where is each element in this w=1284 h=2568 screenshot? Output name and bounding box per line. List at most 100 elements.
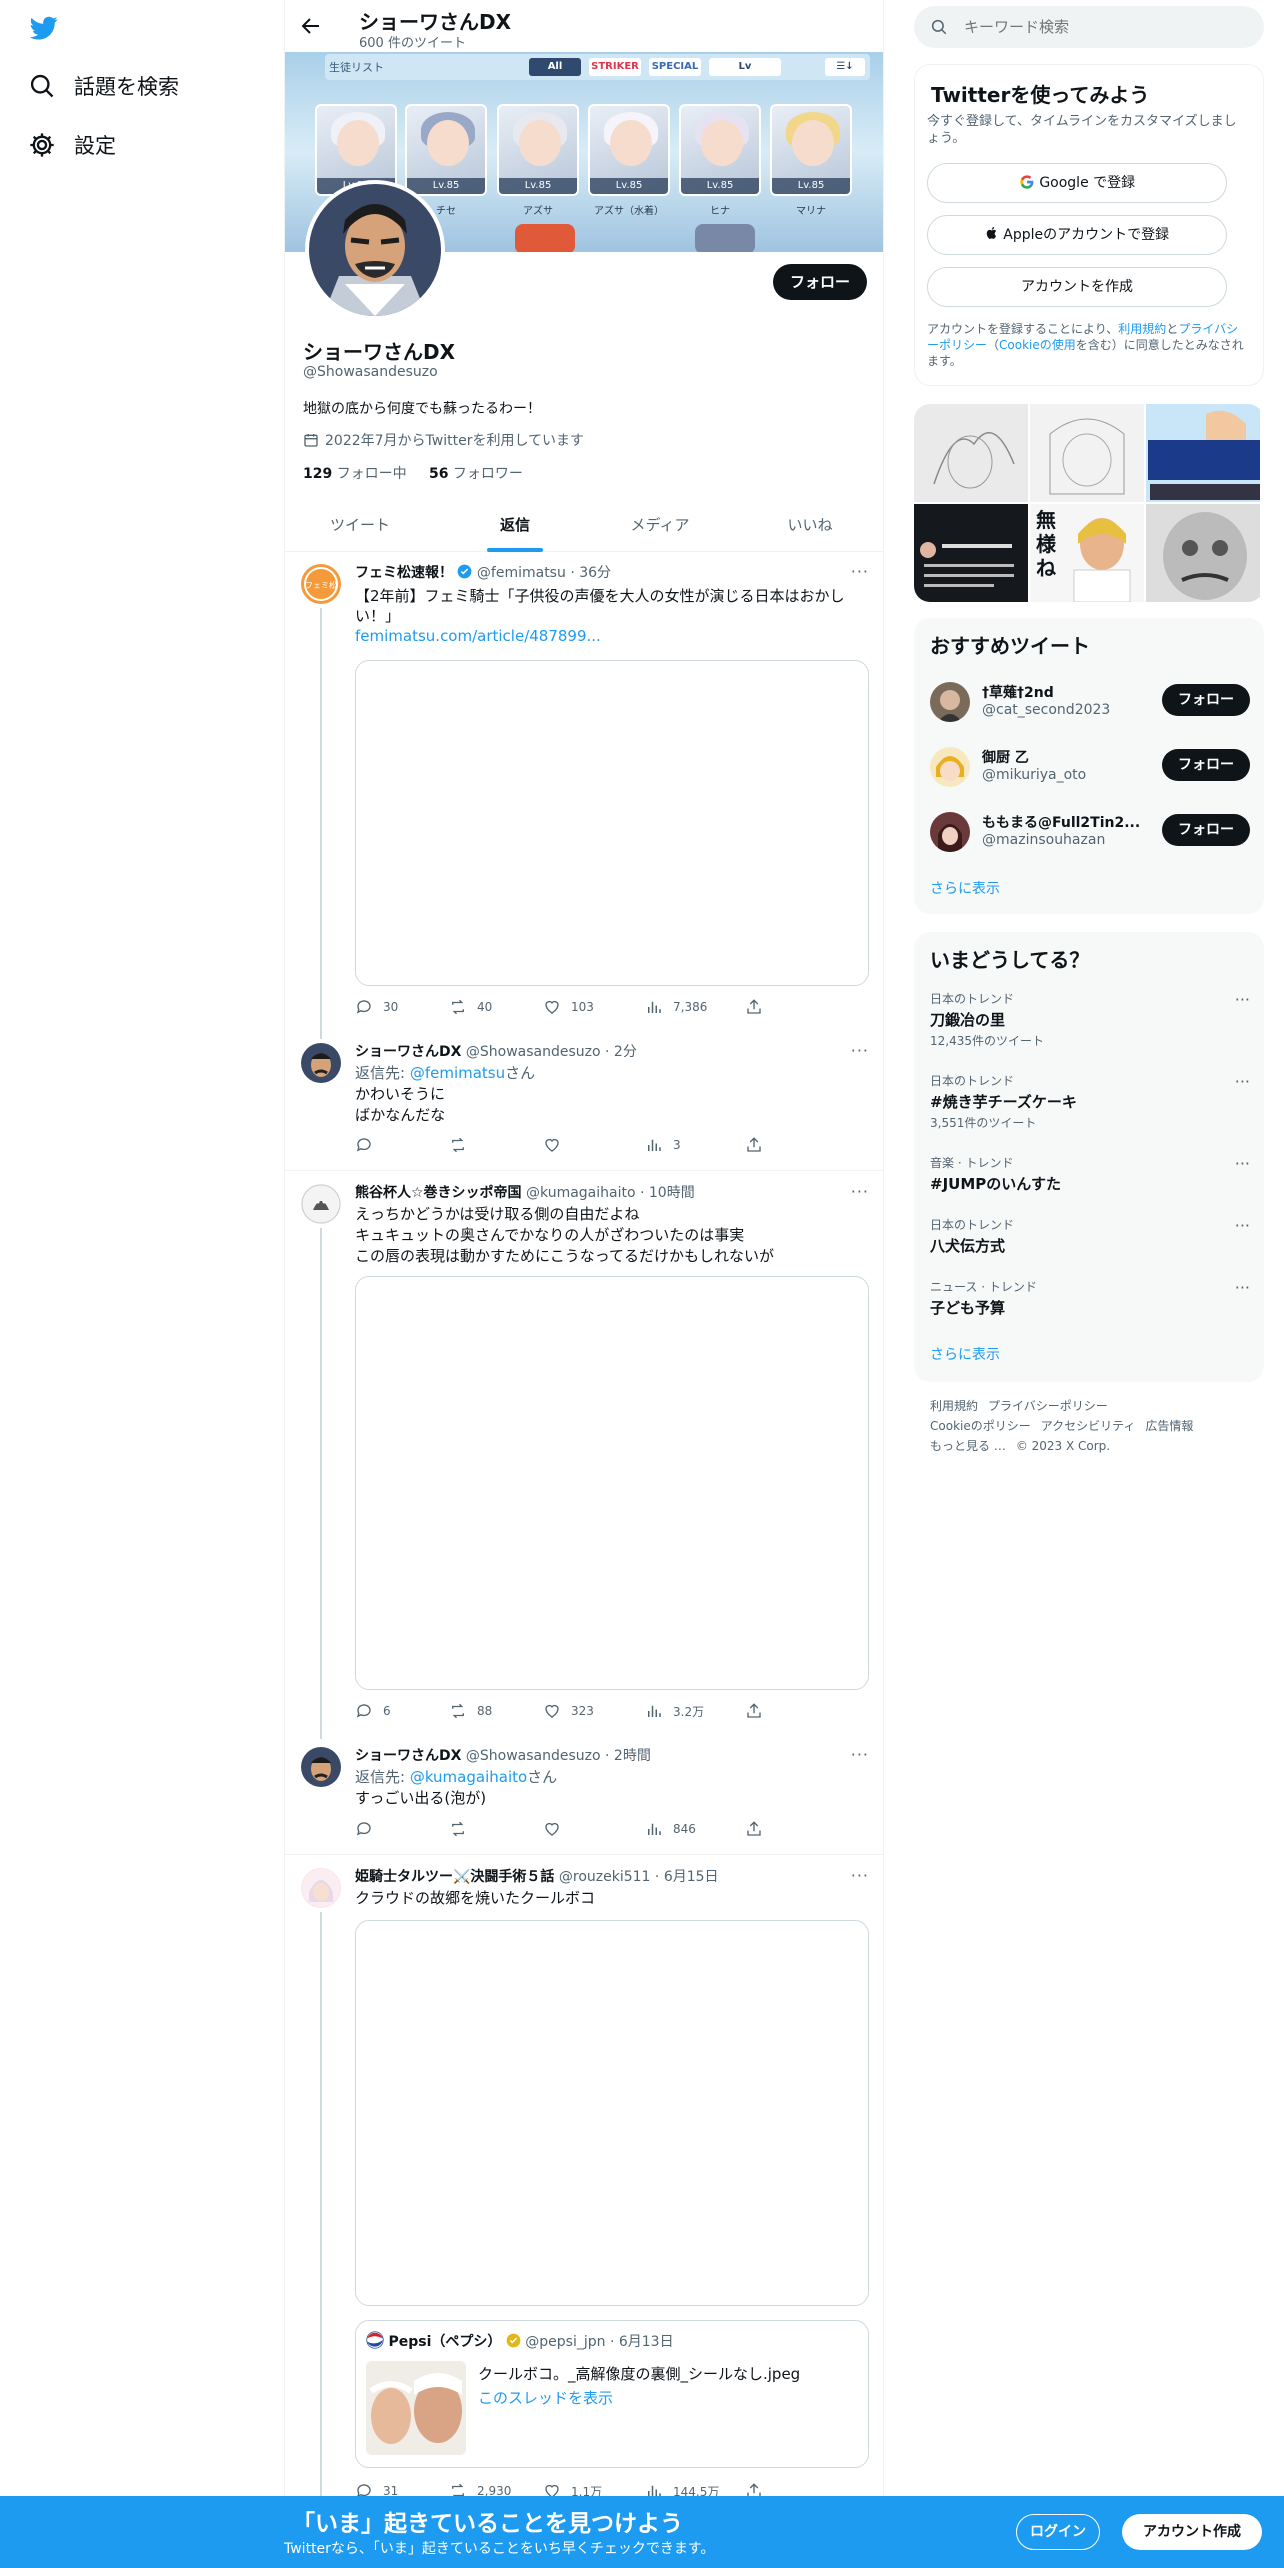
gallery-image[interactable] [1146,404,1260,502]
views-button[interactable]: 3.2万 [645,1702,704,1720]
tweet-author-name[interactable]: ショーワさんDX [355,1044,461,1060]
tweet-author-name[interactable]: フェミ松速報！ [355,565,453,581]
more-icon[interactable]: ··· [1235,990,1250,1009]
retweet-button[interactable] [449,1136,467,1154]
more-icon[interactable]: ··· [1235,1278,1250,1297]
reply-button[interactable] [355,1136,373,1154]
back-arrow-icon[interactable] [299,14,323,38]
login-button[interactable]: ログイン [1016,2514,1100,2550]
more-icon[interactable]: ··· [1235,1216,1250,1235]
views-button[interactable]: 846 [645,1820,696,1838]
tweet-handle[interactable]: @Showasandesuzo [466,1044,601,1060]
retweet-button[interactable]: 40 [449,998,492,1016]
tos-link[interactable]: 利用規約 [1118,322,1166,336]
tweet-author-name[interactable]: 姫騎士タルツー⚔️決闘手術５話 [355,1869,554,1885]
cookie-link[interactable]: Cookieの使用 [999,338,1076,352]
tweet-author-name[interactable]: ショーワさんDX [355,1748,461,1764]
tweet[interactable]: 熊谷杯人☆巻きシッポ帝国 @kumagaihaito · 10時間 ··· えっ… [285,1172,883,1739]
suggestion-avatar[interactable] [930,747,970,787]
suggestion-follow-button[interactable]: フォロー [1162,684,1250,716]
share-button[interactable] [745,1136,763,1154]
footer-link[interactable]: 利用規約 [930,1399,978,1413]
gallery-image[interactable] [1030,404,1144,502]
more-icon[interactable]: ··· [1235,1154,1250,1173]
reply-button[interactable] [355,1820,373,1838]
apple-signup-button[interactable]: Appleのアカウントで登録 [927,215,1227,255]
tweet-avatar[interactable] [301,1043,341,1083]
show-more-recommendations[interactable]: さらに表示 [930,878,1000,898]
reply-button[interactable]: 6 [355,1702,391,1720]
trend-item[interactable]: ニュース · トレンド 子ども予算 ··· [930,1278,1250,1318]
following-link[interactable]: 129 フォロー中 [303,466,407,482]
tweet-link[interactable]: femimatsu.com/article/487899... [355,626,865,646]
tweet-handle[interactable]: @rouzeki511 [559,1869,651,1885]
views-button[interactable]: 7,386 [645,998,707,1016]
profile-avatar[interactable] [305,180,445,320]
share-button[interactable] [745,1702,763,1720]
trend-item[interactable]: 日本のトレンド #焼き芋チーズケーキ 3,551件のツイート ··· [930,1072,1250,1131]
retweet-button[interactable] [449,1820,467,1838]
footer-link[interactable]: Cookieのポリシー [930,1419,1031,1433]
trend-item[interactable]: 日本のトレンド 八犬伝方式 ··· [930,1216,1250,1256]
follow-suggestion[interactable]: ももまる@Full2Tin2... @mazinsouhazan フォロー [930,804,1250,860]
search-box[interactable] [914,6,1264,48]
tweet-handle[interactable]: @kumagaihaito [526,1185,636,1201]
more-icon[interactable]: ··· [851,562,869,581]
follow-button[interactable]: フォロー [773,264,867,300]
footer-link[interactable]: もっと見る … [930,1439,1006,1453]
quote-author-name[interactable]: Pepsi（ペプシ） [388,2334,501,2350]
tweet-avatar[interactable]: フェミ松 [301,564,341,604]
gallery-image[interactable]: 無様ね [1030,504,1144,602]
tweet-author-name[interactable]: 熊谷杯人☆巻きシッポ帝国 [355,1185,522,1201]
tweet-time[interactable]: · 2分 [605,1044,637,1060]
more-icon[interactable]: ··· [851,1182,869,1201]
reply-to-link[interactable]: @kumagaihaito [410,1768,527,1786]
tab-replies[interactable]: 返信 [435,500,595,552]
like-button[interactable] [543,1820,561,1838]
tweet-handle[interactable]: @femimatsu [477,565,566,581]
tweet-avatar[interactable] [301,1868,341,1908]
nav-settings[interactable]: 設定 [28,117,116,173]
suggestion-name[interactable]: 御厨 乙 [982,747,1142,767]
gallery-image[interactable] [914,404,1028,502]
suggestion-avatar[interactable] [930,682,970,722]
like-button[interactable]: 323 [543,1702,594,1720]
footer-link[interactable]: プライバシーポリシー [988,1399,1108,1413]
share-button[interactable] [745,1820,763,1838]
footer-link[interactable]: アクセシビリティ [1041,1419,1136,1433]
trend-item[interactable]: 音楽 · トレンド #JUMPのいんすた ··· [930,1154,1250,1194]
tab-likes[interactable]: いいね [735,500,883,552]
quote-handle[interactable]: @pepsi_jpn [525,2334,605,2350]
show-thread-link[interactable]: このスレッドを表示 [478,2387,613,2408]
twitter-bird-icon[interactable] [28,14,60,42]
tweet[interactable]: 姫騎士タルツー⚔️決闘手術５話 @rouzeki511 · 6月15日 ··· … [285,1856,883,2499]
gallery-image[interactable] [1146,504,1260,602]
suggestion-name[interactable]: †草薙†2nd [982,682,1142,702]
tab-media[interactable]: メディア [585,500,735,552]
trend-item[interactable]: 日本のトレンド 刀鍛冶の里 12,435件のツイート ··· [930,990,1250,1049]
google-signup-button[interactable]: Google で登録 [927,163,1227,203]
more-icon[interactable]: ··· [851,1866,869,1885]
tweet[interactable]: ショーワさんDX @Showasandesuzo · 2分 ··· 返信先: @… [285,1031,883,1171]
suggestion-avatar[interactable] [930,812,970,852]
quote-thumbnail[interactable] [366,2361,466,2455]
gallery-image[interactable] [914,504,1028,602]
share-button[interactable] [745,998,763,1016]
tweet-time[interactable]: · 36分 [570,565,611,581]
views-button[interactable]: 3 [645,1136,681,1154]
create-account-button[interactable]: アカウントを作成 [927,267,1227,307]
quote-time[interactable]: · 6月13日 [610,2334,674,2350]
tweet-media[interactable] [355,660,869,986]
suggestion-handle[interactable]: @cat_second2023 [982,702,1110,718]
follow-suggestion[interactable]: 御厨 乙 @mikuriya_oto フォロー [930,739,1250,795]
search-input[interactable] [964,16,1244,38]
retweet-button[interactable]: 88 [449,1702,492,1720]
tweet-time[interactable]: · 2時間 [605,1748,651,1764]
more-icon[interactable]: ··· [851,1745,869,1764]
reply-button[interactable]: 30 [355,998,398,1016]
more-icon[interactable]: ··· [1235,1072,1250,1091]
suggestion-follow-button[interactable]: フォロー [1162,814,1250,846]
tweet-time[interactable]: · 6月15日 [655,1869,719,1885]
nav-explore[interactable]: 話題を検索 [28,58,179,114]
tab-tweets[interactable]: ツイート [285,500,435,552]
